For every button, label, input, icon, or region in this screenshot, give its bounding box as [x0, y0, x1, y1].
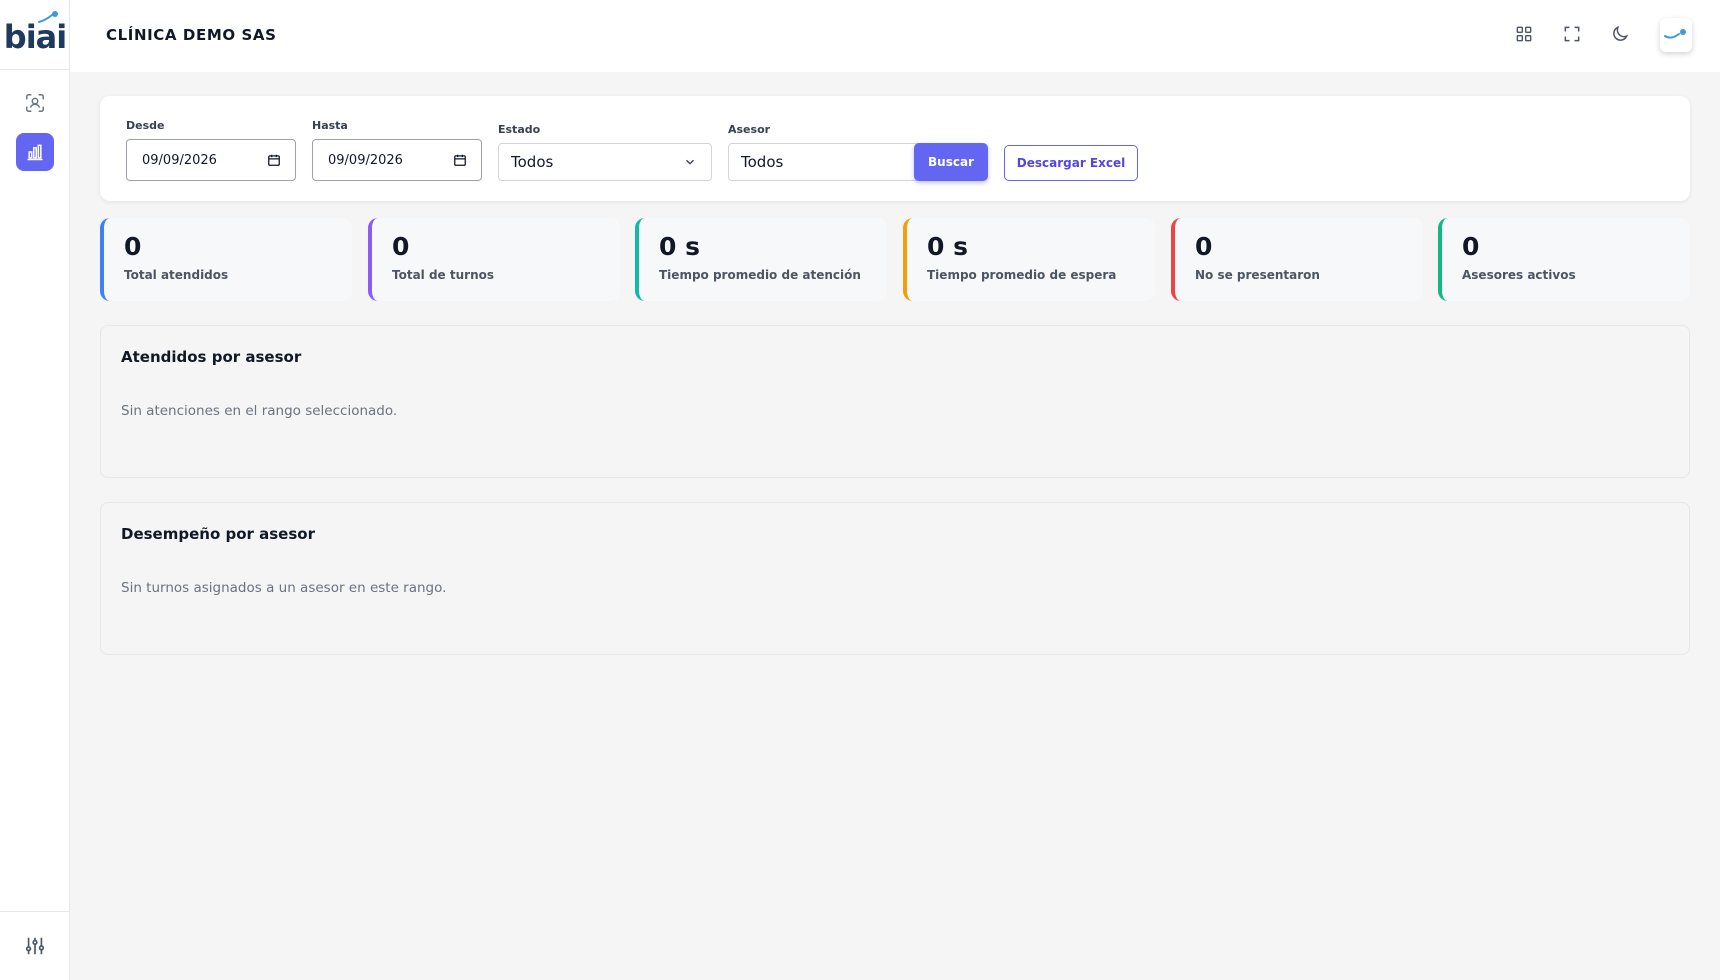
asesor-select-value: Todos — [741, 153, 784, 171]
stat-label: Total atendidos — [124, 268, 229, 282]
stat-card-tiempo-espera: 0 s Tiempo promedio de espera — [903, 218, 1155, 301]
fullscreen-button[interactable] — [1558, 20, 1586, 48]
stat-card-total-atendidos: 0 Total atendidos — [100, 218, 352, 301]
panel-title: Atendidos por asesor — [121, 348, 302, 366]
desde-label: Desde — [126, 119, 165, 132]
panel-title: Desempeño por asesor — [121, 525, 315, 543]
user-avatar[interactable] — [1660, 18, 1692, 52]
apps-grid-button[interactable] — [1510, 20, 1538, 48]
clinic-name: CLÍNICA DEMO SAS — [106, 26, 277, 44]
stat-value: 0 s — [659, 232, 700, 261]
estado-select-value: Todos — [511, 153, 554, 171]
stat-label: Total de turnos — [392, 268, 494, 282]
stat-value: 0 — [1195, 232, 1213, 261]
filters-card: Desde 09/09/2026 Hasta 09/09/2026 Estado… — [100, 96, 1690, 201]
stat-card-tiempo-atencion: 0 s Tiempo promedio de atención — [635, 218, 887, 301]
chevron-down-icon — [686, 159, 694, 165]
sidebar-item-reports[interactable] — [16, 133, 54, 171]
fullscreen-icon — [1564, 26, 1580, 42]
desde-date-value: 09/09/2026 — [142, 152, 217, 168]
buscar-button[interactable]: Buscar — [914, 143, 988, 181]
stat-card-asesores-activos: 0 Asesores activos — [1438, 218, 1690, 301]
atendidos-panel: Atendidos por asesor Sin atenciones en e… — [100, 325, 1690, 478]
estado-label: Estado — [498, 123, 541, 136]
stat-value: 0 — [124, 232, 142, 261]
logo[interactable]: biai — [0, 0, 70, 70]
desde-date-input[interactable]: 09/09/2026 — [126, 139, 296, 181]
stat-card-total-turnos: 0 Total de turnos — [368, 218, 620, 301]
desempeno-panel: Desempeño por asesor Sin turnos asignado… — [100, 502, 1690, 655]
empty-state-text: Sin atenciones en el rango seleccionado. — [121, 403, 398, 419]
descargar-excel-button[interactable]: Descargar Excel — [1004, 145, 1138, 181]
hasta-date-value: 09/09/2026 — [328, 152, 403, 168]
stat-value: 0 — [1462, 232, 1480, 261]
apps-grid-icon — [1516, 26, 1532, 42]
user-avatar-icon — [1664, 29, 1686, 39]
empty-state-text: Sin turnos asignados a un asesor en este… — [121, 580, 447, 596]
sidebar: biai — [0, 0, 70, 980]
sidebar-settings[interactable] — [0, 911, 70, 980]
stat-label: Tiempo promedio de atención — [659, 268, 861, 282]
bar-chart-icon — [27, 144, 43, 161]
stat-card-no-presentaron: 0 No se presentaron — [1171, 218, 1423, 301]
asesor-label: Asesor — [728, 123, 771, 136]
sliders-icon — [25, 937, 45, 955]
dark-mode-icon — [1613, 25, 1629, 41]
dark-mode-button[interactable] — [1606, 20, 1634, 48]
hasta-date-input[interactable]: 09/09/2026 — [312, 139, 482, 181]
topbar: CLÍNICA DEMO SAS — [70, 0, 1720, 72]
asesor-select[interactable]: Todos — [728, 143, 942, 181]
stat-label: Tiempo promedio de espera — [927, 268, 1117, 282]
stat-label: Asesores activos — [1462, 268, 1576, 282]
face-scan-icon — [26, 94, 44, 112]
stat-label: No se presentaron — [1195, 268, 1320, 282]
calendar-icon[interactable] — [453, 153, 467, 167]
sidebar-item-face-scan[interactable] — [16, 84, 54, 122]
calendar-icon[interactable] — [267, 153, 281, 167]
hasta-label: Hasta — [312, 119, 348, 132]
stat-value: 0 — [392, 232, 410, 261]
logo-swoosh-icon — [38, 11, 58, 23]
estado-select[interactable]: Todos — [498, 143, 712, 181]
stat-value: 0 s — [927, 232, 968, 261]
